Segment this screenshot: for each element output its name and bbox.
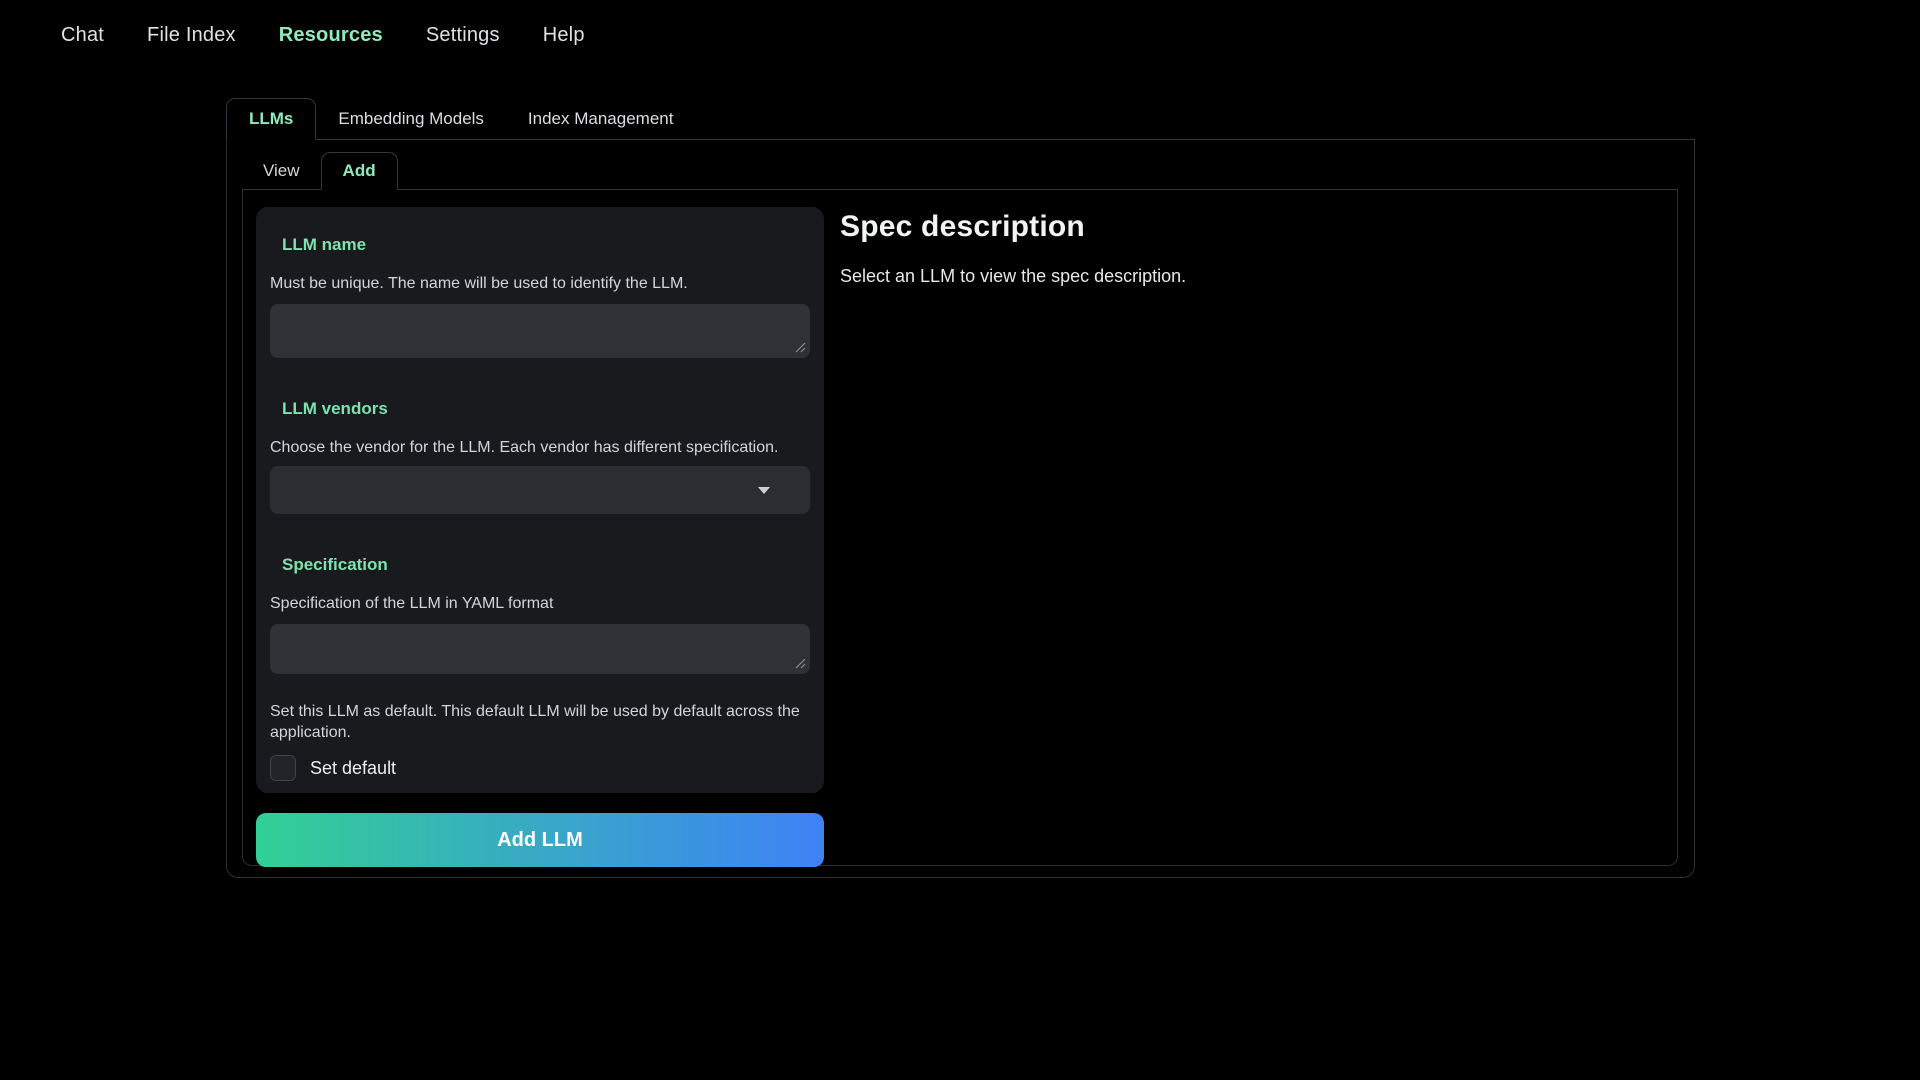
llm-name-input[interactable]	[270, 304, 810, 358]
llm-view-add-tabbar: View Add	[242, 152, 1678, 190]
add-llm-button[interactable]: Add LLM	[256, 813, 824, 867]
llm-name-field-wrap	[270, 304, 810, 358]
resource-tabbar: LLMs Embedding Models Index Management	[226, 98, 1695, 140]
llm-vendors-label: LLM vendors	[282, 399, 810, 419]
add-llm-form-column: LLM name Must be unique. The name will b…	[256, 207, 824, 867]
set-default-checkbox[interactable]	[270, 755, 296, 781]
nav-item-file-index[interactable]: File Index	[147, 24, 236, 47]
spec-description-body: Select an LLM to view the spec descripti…	[840, 266, 1664, 287]
llm-name-description: Must be unique. The name will be used to…	[270, 273, 810, 294]
set-default-row[interactable]: Set default	[270, 755, 810, 781]
tab-index-management[interactable]: Index Management	[506, 98, 696, 139]
add-llm-form-panel: LLM name Must be unique. The name will b…	[256, 207, 824, 793]
chevron-down-icon	[758, 487, 770, 494]
specification-label: Specification	[282, 555, 810, 575]
specification-input[interactable]	[270, 624, 810, 674]
spec-description-title: Spec description	[840, 210, 1664, 244]
set-default-description: Set this LLM as default. This default LL…	[270, 701, 815, 743]
llm-vendor-select[interactable]	[270, 466, 810, 514]
nav-item-settings[interactable]: Settings	[426, 24, 500, 47]
nav-item-help[interactable]: Help	[543, 24, 585, 47]
llm-vendors-description: Choose the vendor for the LLM. Each vend…	[270, 437, 810, 458]
top-navigation: Chat File Index Resources Settings Help	[61, 24, 585, 47]
tab-view[interactable]: View	[242, 152, 321, 189]
tab-embedding-models[interactable]: Embedding Models	[316, 98, 506, 139]
specification-field-wrap	[270, 624, 810, 674]
add-llm-content: LLM name Must be unique. The name will b…	[242, 190, 1678, 866]
set-default-label[interactable]: Set default	[310, 758, 396, 779]
spec-description-panel: Spec description Select an LLM to view t…	[840, 207, 1664, 287]
llm-name-label: LLM name	[282, 235, 810, 255]
specification-description: Specification of the LLM in YAML format	[270, 593, 810, 614]
tab-llms[interactable]: LLMs	[226, 98, 316, 140]
tab-add[interactable]: Add	[321, 152, 398, 190]
nav-item-resources[interactable]: Resources	[279, 24, 383, 47]
nav-item-chat[interactable]: Chat	[61, 24, 104, 47]
